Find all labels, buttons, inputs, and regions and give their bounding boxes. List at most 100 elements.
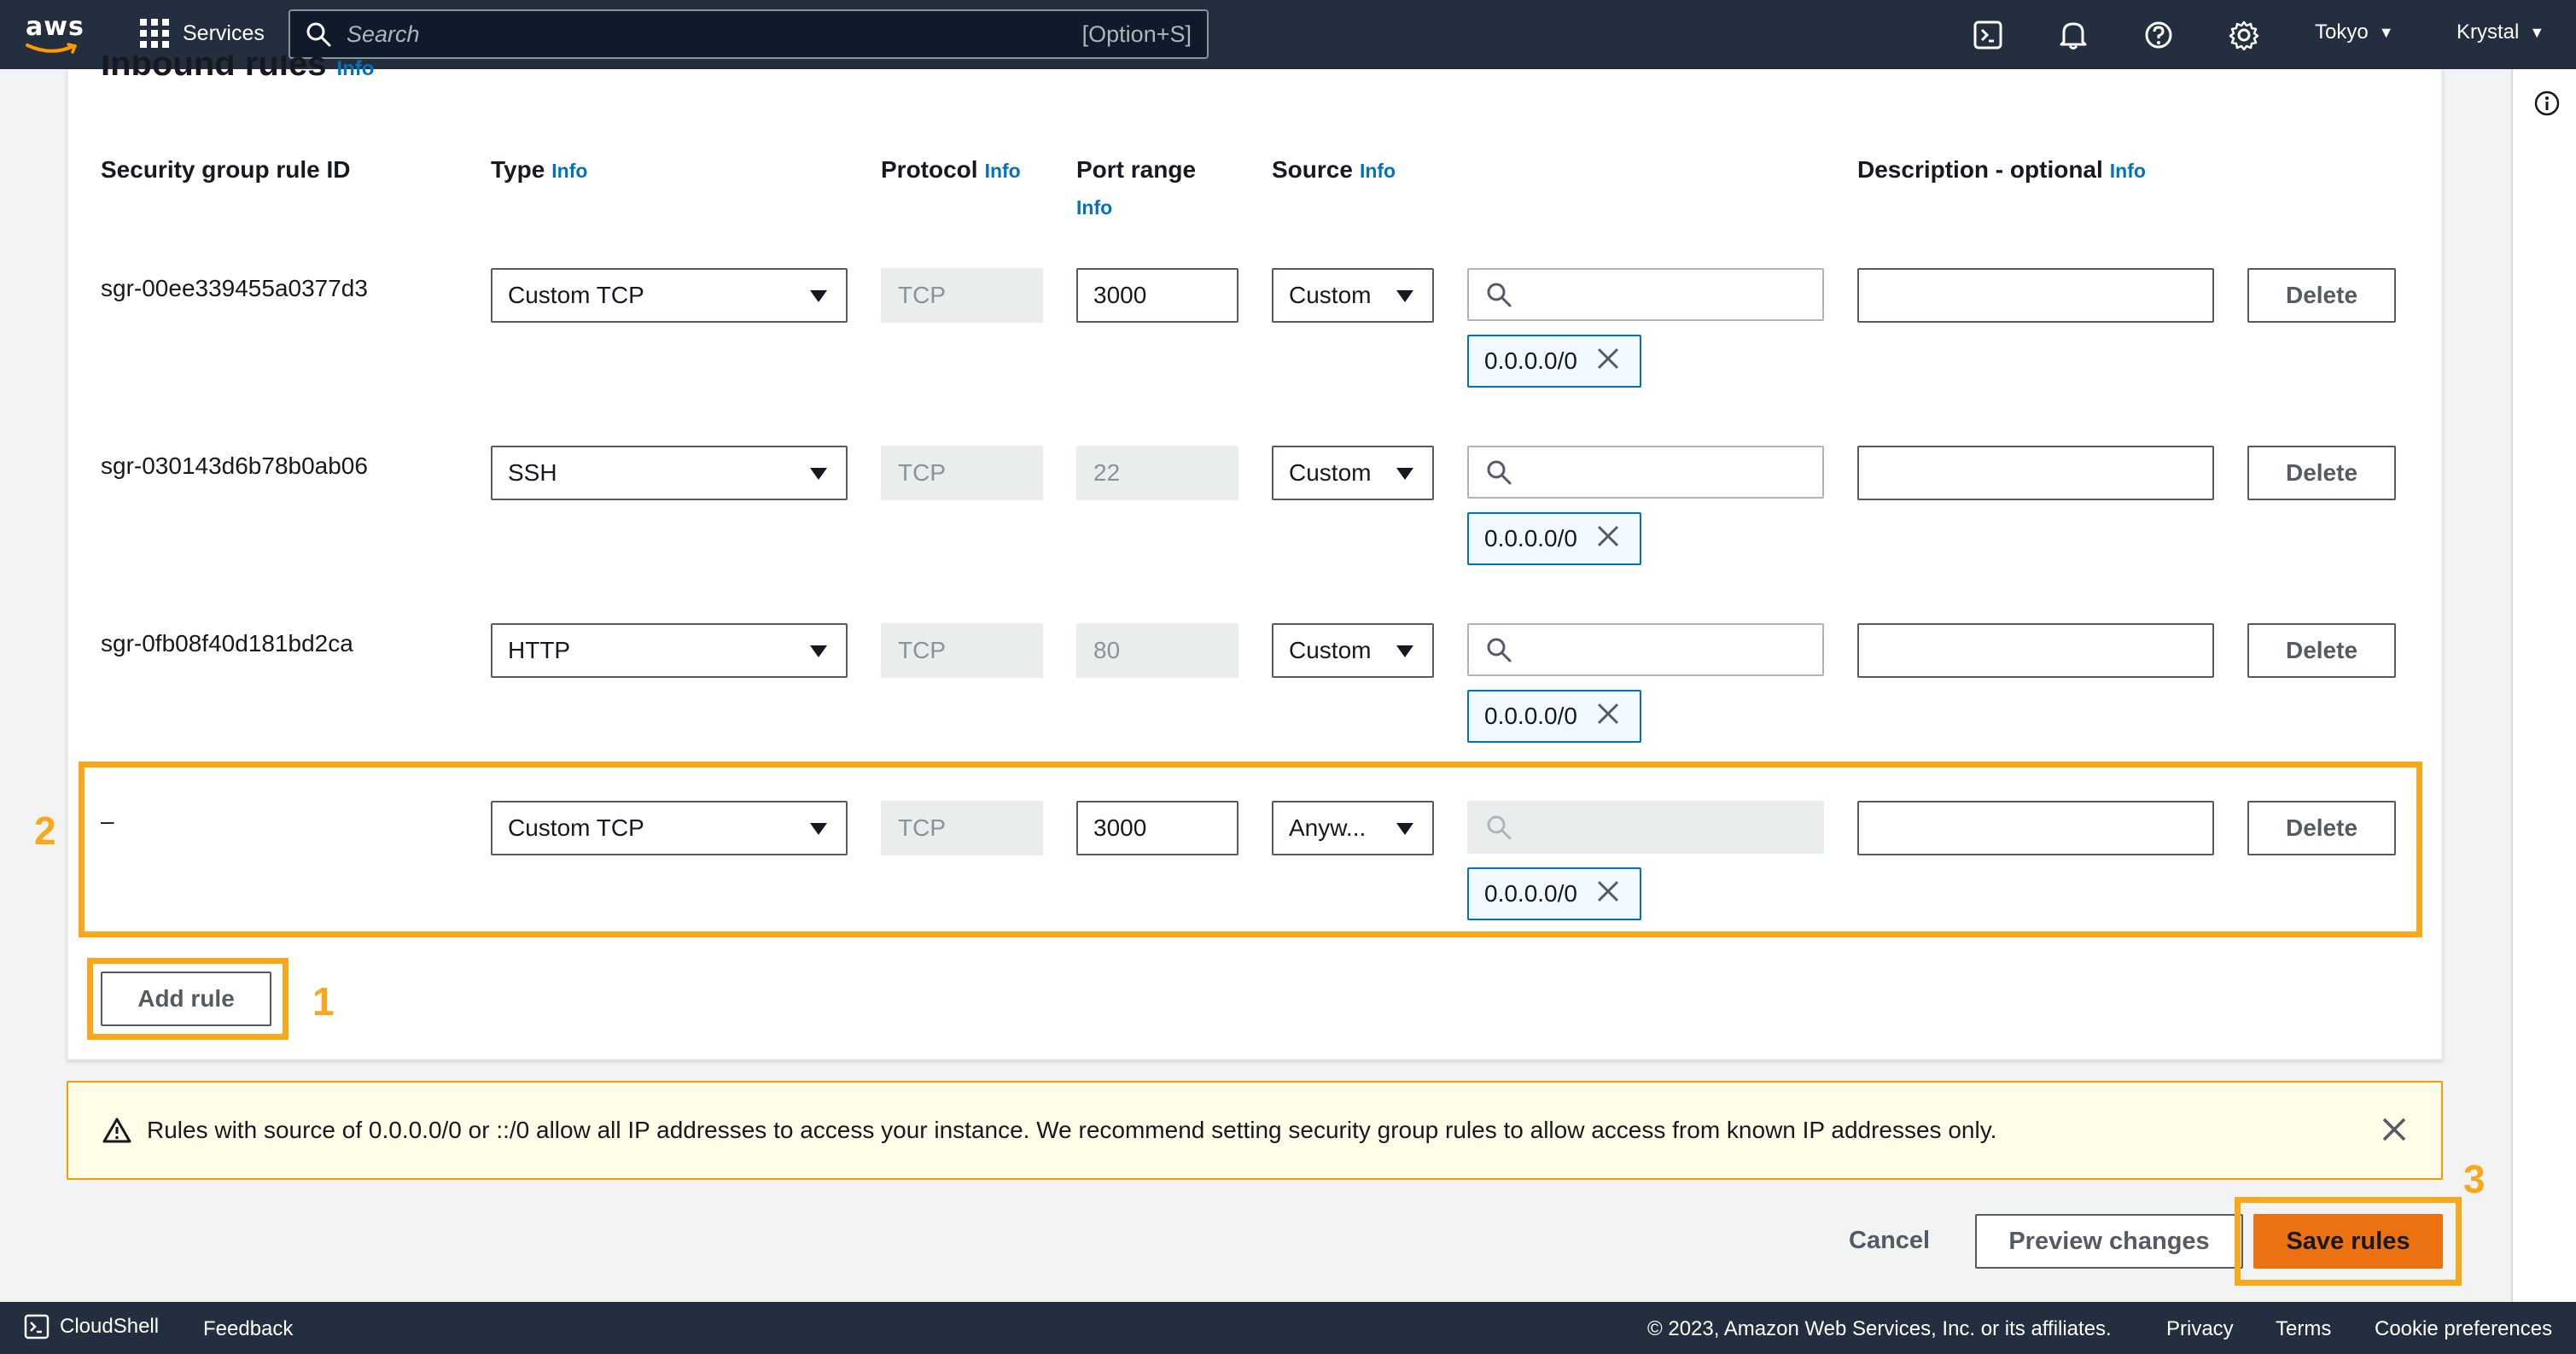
cidr-search-input[interactable] [1467, 268, 1824, 321]
privacy-link[interactable]: Privacy [2166, 1317, 2234, 1341]
title-info-link[interactable]: Info [336, 57, 374, 80]
cidr-token-label: 0.0.0.0/0 [1484, 347, 1577, 374]
help-icon [2145, 21, 2172, 49]
callout-3: 3 [2463, 1157, 2486, 1201]
caret-down-icon [810, 290, 827, 302]
warning-dismiss-button[interactable] [2381, 1117, 2407, 1148]
caret-down-icon [810, 468, 827, 480]
type-select[interactable]: Custom TCP [491, 268, 848, 323]
port-range-input: 22 [1076, 446, 1238, 500]
copyright-text: © 2023, Amazon Web Services, Inc. or its… [1647, 1317, 2112, 1340]
cidr-token: 0.0.0.0/0 [1467, 335, 1641, 388]
rule-id: sgr-030143d6b78b0ab06 [101, 452, 368, 479]
global-search[interactable]: [Option+S] [288, 9, 1209, 59]
terminal-icon [24, 1314, 50, 1339]
port-range-input[interactable]: 3000 [1076, 268, 1238, 323]
column-header-description: Description - optional Info [1857, 156, 2146, 183]
type-select[interactable]: SSH [491, 446, 848, 500]
preview-changes-button[interactable]: Preview changes [1975, 1214, 2243, 1269]
rule-id: sgr-0fb08f40d181bd2ca [101, 630, 353, 657]
description-input[interactable] [1857, 268, 2214, 323]
close-icon [1597, 525, 1619, 546]
remove-token-button[interactable] [1596, 524, 1620, 554]
type-select[interactable]: HTTP [491, 623, 848, 678]
description-input[interactable] [1857, 446, 2214, 500]
feedback-link[interactable]: Feedback [203, 1317, 293, 1341]
cidr-token-label: 0.0.0.0/0 [1484, 525, 1577, 552]
type-info-link[interactable]: Info [551, 160, 587, 182]
caret-down-icon [1396, 468, 1413, 480]
highlight-new-rule [79, 762, 2422, 937]
caret-down-icon: ▼ [2529, 23, 2545, 41]
cloudshell-link[interactable]: CloudShell [24, 1314, 159, 1339]
top-navigation: aws Services [Option+S] [0, 0, 2576, 69]
services-label: Services [183, 20, 265, 45]
terms-link[interactable]: Terms [2276, 1317, 2331, 1341]
region-label: Tokyo [2315, 20, 2369, 44]
cidr-search-input[interactable] [1467, 446, 1824, 499]
column-header-port-range: Port range [1076, 156, 1197, 183]
type-select-value: HTTP [508, 637, 571, 663]
search-icon [1487, 460, 1512, 485]
caret-down-icon [810, 645, 827, 657]
port-range-info-link[interactable]: Info [1076, 196, 1112, 219]
search-icon [1487, 638, 1512, 662]
callout-2: 2 [34, 808, 56, 853]
source-select[interactable]: Custom [1272, 623, 1434, 678]
cloudshell-label: CloudShell [60, 1315, 160, 1338]
delete-rule-button[interactable]: Delete [2247, 623, 2396, 678]
aws-logo-text: aws [26, 12, 85, 42]
aws-smile-icon [26, 43, 78, 54]
highlight-add-rule [87, 958, 288, 1040]
source-select[interactable]: Custom [1272, 268, 1434, 323]
protocol-field: TCP [881, 268, 1043, 323]
remove-token-button[interactable] [1596, 347, 1620, 376]
terminal-icon [1973, 20, 2002, 50]
gear-icon [2229, 20, 2259, 50]
tools-rail [2511, 69, 2576, 1302]
help-button[interactable] [2141, 17, 2177, 53]
warning-alert: Rules with source of 0.0.0.0/0 or ::/0 a… [67, 1081, 2443, 1180]
notifications-button[interactable] [2055, 17, 2091, 53]
aws-logo[interactable]: aws [26, 12, 87, 56]
close-icon [1597, 703, 1619, 724]
cookie-preferences-link[interactable]: Cookie preferences [2375, 1317, 2552, 1341]
column-header-type: Type Info [491, 156, 588, 183]
search-icon [1487, 283, 1512, 307]
protocol-info-link[interactable]: Info [985, 160, 1021, 182]
source-select-value: Custom [1289, 637, 1372, 663]
cidr-token: 0.0.0.0/0 [1467, 690, 1641, 743]
rule-id: sgr-00ee339455a0377d3 [101, 275, 368, 301]
delete-rule-button[interactable]: Delete [2247, 446, 2396, 500]
services-menu[interactable]: Services [140, 19, 265, 48]
highlight-save-rules [2235, 1197, 2462, 1286]
cidr-search-input[interactable] [1467, 623, 1824, 676]
cancel-button[interactable]: Cancel [1849, 1227, 1930, 1255]
type-select-value: Custom TCP [508, 282, 644, 308]
caret-down-icon: ▼ [2378, 23, 2394, 41]
source-info-link[interactable]: Info [1360, 160, 1396, 182]
search-input[interactable] [347, 20, 1082, 48]
account-menu[interactable]: Krystal ▼ [2457, 20, 2544, 44]
description-input[interactable] [1857, 623, 2214, 678]
delete-rule-button[interactable]: Delete [2247, 268, 2396, 323]
warning-text: Rules with source of 0.0.0.0/0 or ::/0 a… [147, 1117, 1997, 1143]
info-panel-button[interactable] [2533, 90, 2561, 121]
settings-button[interactable] [2226, 17, 2262, 53]
description-info-link[interactable]: Info [2110, 160, 2146, 182]
region-menu[interactable]: Tokyo ▼ [2315, 20, 2394, 44]
source-select-value: Custom [1289, 282, 1372, 308]
cloudshell-button[interactable] [1970, 17, 2006, 53]
close-icon [2382, 1118, 2406, 1141]
column-header-source: Source Info [1272, 156, 1396, 183]
search-icon [306, 22, 331, 47]
remove-token-button[interactable] [1596, 702, 1620, 732]
warning-icon [102, 1118, 131, 1143]
cidr-token: 0.0.0.0/0 [1467, 512, 1641, 565]
callout-1: 1 [312, 979, 335, 1024]
grid-icon [140, 19, 169, 48]
type-select-value: SSH [508, 459, 557, 486]
source-select[interactable]: Custom [1272, 446, 1434, 500]
info-icon [2534, 90, 2560, 116]
bell-icon [2060, 22, 2087, 50]
